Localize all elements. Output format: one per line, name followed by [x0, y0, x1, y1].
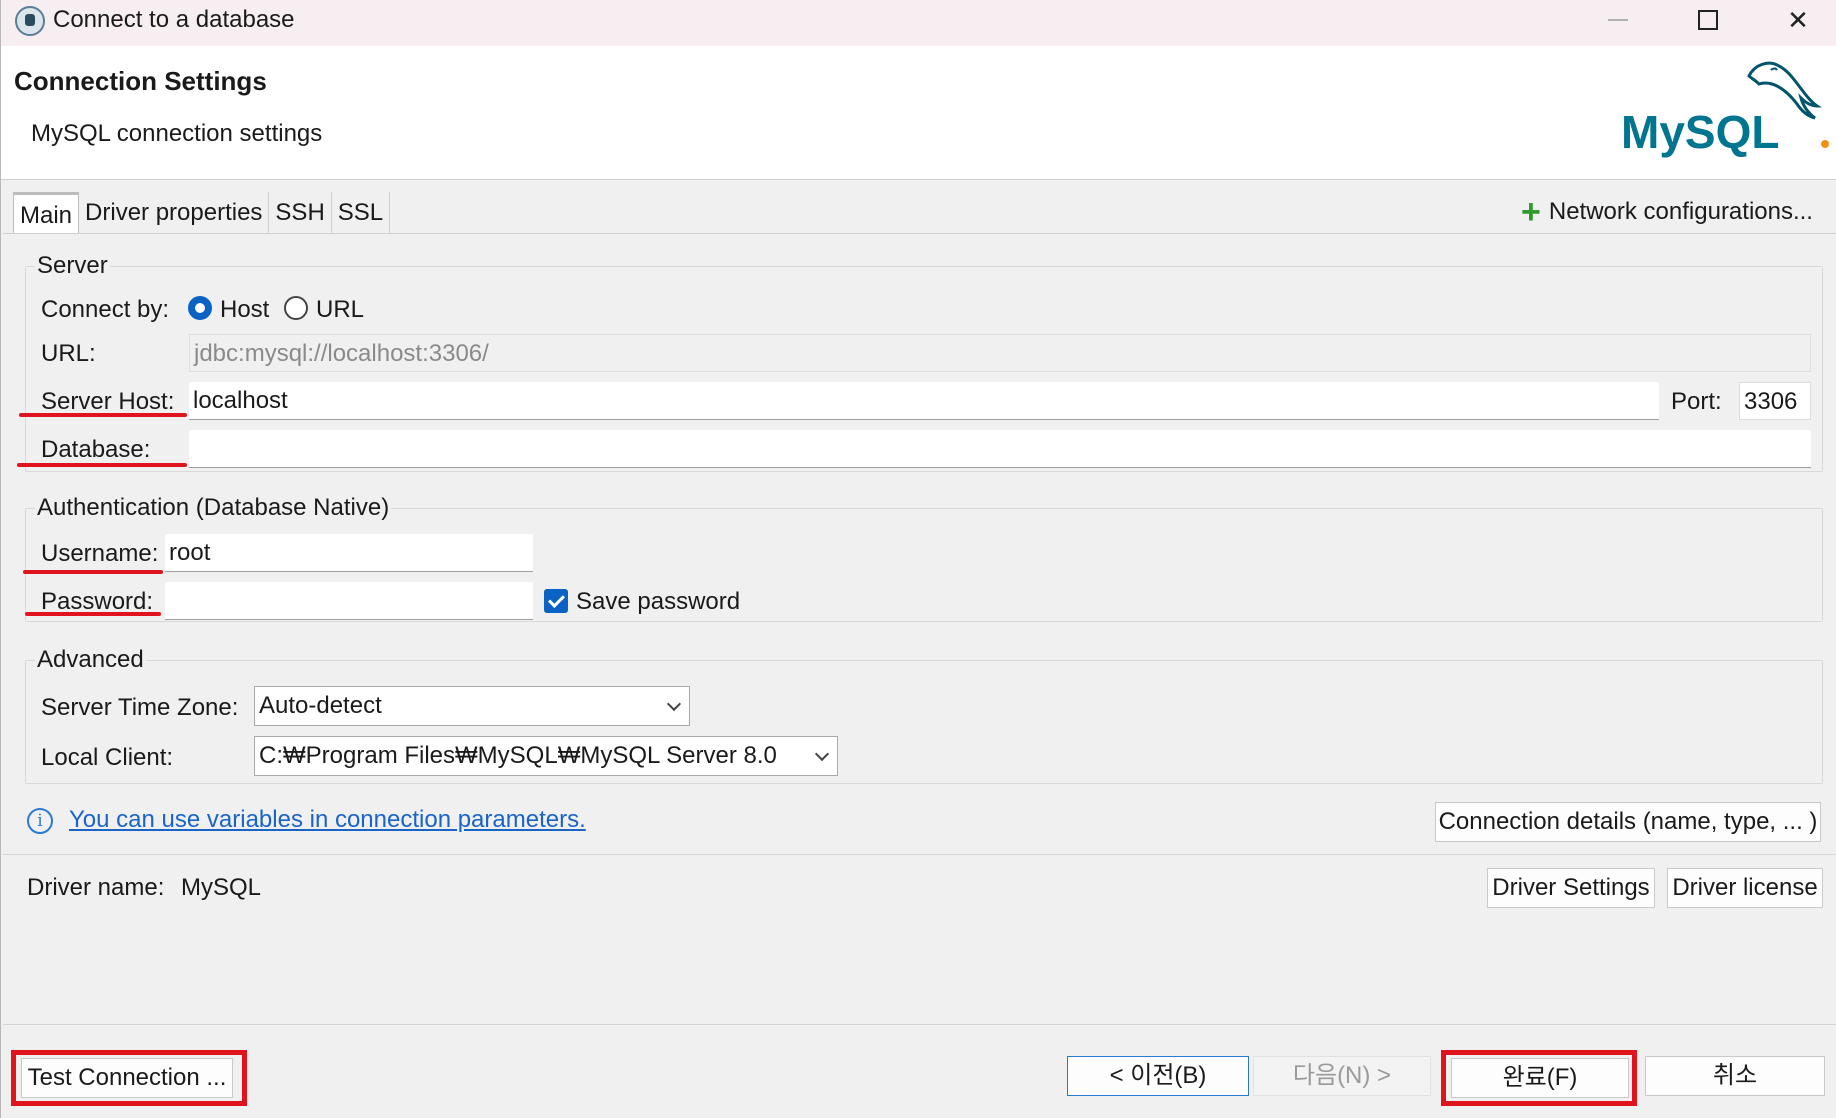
finish-highlight: [1441, 1050, 1637, 1106]
server-group-title: Server: [35, 252, 110, 280]
driver-name-value: MySQL: [181, 874, 262, 901]
driver-divider: [3, 854, 1836, 855]
username-highlight: [23, 570, 163, 574]
title-bar: Connect to a database ✕: [1, 0, 1836, 46]
database-highlight: [17, 463, 187, 467]
dialog-header: Connection Settings MySQL connection set…: [1, 46, 1836, 180]
username-label: Username:: [41, 540, 159, 567]
window-title: Connect to a database: [53, 6, 295, 33]
host-radio[interactable]: [188, 296, 212, 320]
server-time-zone-select[interactable]: Auto-detect: [254, 686, 690, 726]
url-radio[interactable]: [284, 296, 308, 320]
connection-details-button[interactable]: Connection details (name, type, ... ): [1435, 802, 1821, 842]
tab-divider: [3, 233, 1836, 234]
maximize-icon: [1698, 10, 1718, 30]
driver-license-button[interactable]: Driver license: [1667, 868, 1823, 908]
server-time-zone-label: Server Time Zone:: [41, 694, 239, 721]
host-radio-label: Host: [220, 296, 270, 323]
close-button[interactable]: ✕: [1753, 0, 1836, 40]
server-host-highlight: [19, 413, 187, 417]
plus-icon: +: [1521, 193, 1541, 231]
test-connection-highlight: [11, 1050, 247, 1106]
local-client-select[interactable]: C:₩Program Files₩MySQL₩MySQL Server 8.0: [254, 736, 838, 776]
driver-name-label: Driver name:: [27, 874, 165, 901]
driver-settings-button[interactable]: Driver Settings: [1487, 868, 1655, 908]
connect-database-dialog: Connect to a database ✕ Connection Setti…: [0, 0, 1836, 1118]
connect-by-label: Connect by:: [41, 296, 170, 323]
network-configurations-button[interactable]: + Network configurations...: [1521, 193, 1813, 231]
port-label: Port:: [1671, 388, 1722, 415]
tab-main[interactable]: Main: [13, 192, 80, 234]
username-input[interactable]: root: [165, 534, 533, 572]
minimize-icon: [1608, 19, 1628, 21]
local-client-value: C:₩Program Files₩MySQL₩MySQL Server 8.0: [259, 742, 777, 769]
page-title: Connection Settings: [14, 66, 267, 96]
password-input[interactable]: [165, 582, 533, 620]
url-label: URL:: [41, 340, 96, 367]
tab-ssl[interactable]: SSL: [332, 192, 391, 234]
cancel-button[interactable]: 취소: [1645, 1056, 1825, 1096]
url-field: jdbc:mysql://localhost:3306/: [189, 334, 1811, 372]
password-highlight: [25, 612, 161, 616]
next-button[interactable]: 다음(N) >: [1253, 1056, 1431, 1096]
server-host-label: Server Host:: [41, 388, 175, 415]
maximize-button[interactable]: [1663, 0, 1753, 40]
port-input[interactable]: 3306: [1739, 382, 1811, 420]
server-host-input[interactable]: localhost: [189, 382, 1659, 420]
local-client-label: Local Client:: [41, 744, 174, 771]
save-password-label: Save password: [576, 588, 741, 615]
chevron-down-icon: [666, 696, 682, 712]
close-icon: ✕: [1787, 4, 1809, 35]
info-icon: i: [27, 808, 53, 834]
svg-text:MySQL: MySQL: [1621, 106, 1779, 158]
minimize-button[interactable]: [1573, 0, 1663, 40]
footer-divider: [3, 1024, 1836, 1025]
network-configurations-label: Network configurations...: [1548, 198, 1813, 225]
auth-group-title: Authentication (Database Native): [35, 494, 392, 522]
advanced-group-title: Advanced: [35, 646, 146, 674]
server-time-zone-value: Auto-detect: [259, 692, 382, 719]
dbeaver-app-icon: [15, 6, 45, 36]
variables-help-link[interactable]: You can use variables in connection para…: [69, 806, 586, 834]
database-label: Database:: [41, 436, 151, 463]
back-button[interactable]: < 이전(B): [1067, 1056, 1249, 1096]
mysql-logo: MySQL: [1621, 61, 1829, 158]
chevron-down-icon: [814, 746, 830, 762]
tab-bar: Main Driver properties SSH SSL: [13, 192, 391, 234]
save-password-checkbox[interactable]: [544, 589, 568, 613]
tab-driver-properties[interactable]: Driver properties: [79, 192, 270, 234]
page-subtitle: MySQL connection settings: [31, 120, 323, 147]
tab-ssh[interactable]: SSH: [269, 192, 332, 234]
url-radio-label: URL: [316, 296, 365, 323]
database-input[interactable]: [189, 430, 1811, 468]
